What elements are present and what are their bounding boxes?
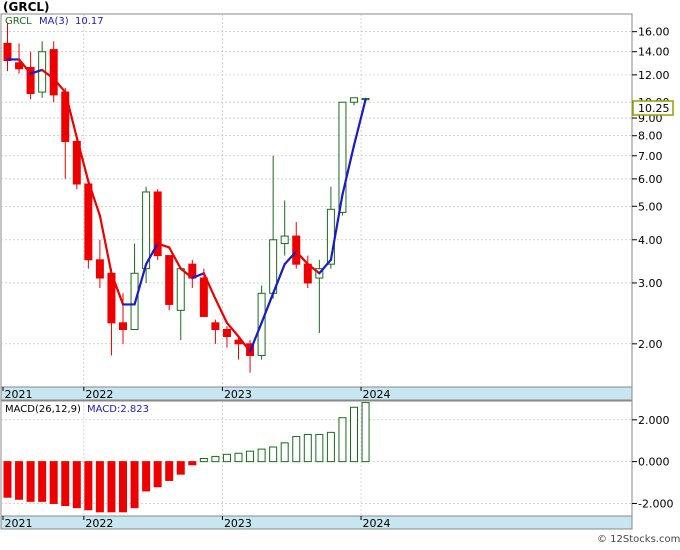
candle-body-up: [280, 235, 289, 245]
macd-x-label: 2024: [363, 517, 391, 530]
macd-bar-positive: [350, 406, 358, 463]
candle-body-up: [142, 191, 151, 270]
price-x-label: 2021: [5, 388, 33, 401]
macd-x-label: 2021: [5, 517, 33, 530]
candle-body-down: [49, 49, 58, 96]
macd-bar-negative: [165, 461, 174, 481]
macd-bar-negative: [119, 461, 127, 513]
macd-bar-positive: [222, 453, 231, 463]
macd-bar-negative: [49, 461, 58, 504]
macd-bar-negative: [95, 461, 104, 513]
macd-bar-positive: [234, 452, 243, 463]
candle-body-up: [350, 97, 358, 103]
macd-bar-positive: [211, 455, 220, 463]
macd-y-tick-label: -2.000: [638, 497, 673, 510]
macd-bar-positive: [303, 433, 312, 463]
macd-bar-positive: [292, 436, 301, 463]
price-x-label: 2023: [224, 388, 252, 401]
macd-bar-negative: [15, 461, 24, 500]
candle-body-down: [292, 235, 301, 265]
price-y-tick-label: 5.00: [638, 200, 663, 213]
candle-body-up: [176, 268, 185, 311]
candle-body-down: [84, 183, 93, 261]
macd-legend-value: MACD:2.823: [87, 404, 149, 415]
macd-bar-positive: [326, 431, 335, 463]
macd-y-tick-label: 2.000: [638, 414, 670, 427]
candle-body-down: [95, 259, 104, 279]
legend-ma-label: MA(3): [39, 16, 69, 27]
macd-bar-positive: [199, 458, 208, 463]
macd-bar-positive: [269, 446, 278, 463]
macd-bar-positive: [361, 402, 370, 463]
macd-bar-negative: [61, 461, 70, 507]
price-x-label: 2022: [85, 388, 113, 401]
candle-body-down: [211, 322, 220, 331]
price-y-tick-label: 2.00: [638, 338, 663, 351]
price-y-tick-label: 7.00: [638, 150, 663, 163]
candle-body-down: [222, 329, 231, 337]
stock-chart-svg: 16.0014.0012.0010.009.008.007.006.005.00…: [0, 0, 680, 545]
macd-bar-negative: [72, 461, 81, 509]
macd-legend-label: MACD(26,12,9): [5, 404, 81, 415]
macd-bar-negative: [38, 461, 47, 502]
macd-bar-negative: [130, 461, 139, 509]
price-y-tick-label: 6.00: [638, 173, 663, 186]
candle-body-down: [3, 42, 12, 62]
price-y-tick-label: 12.00: [638, 69, 670, 82]
candle-body-down: [165, 255, 174, 305]
watermark: © 12Stocks.com: [597, 534, 680, 545]
price-y-tick-label: 8.00: [638, 130, 663, 143]
macd-bar-negative: [3, 461, 12, 498]
candle-body-down: [119, 322, 127, 331]
macd-y-axis: 2.000 0.000 -2.000: [632, 414, 673, 510]
macd-x-label: 2022: [85, 517, 113, 530]
macd-bar-positive: [338, 417, 347, 463]
macd-bar-positive: [315, 433, 324, 463]
price-y-tick-label: 16.00: [638, 26, 670, 39]
legend-ma-value: 10.17: [75, 16, 104, 27]
macd-bar-negative: [142, 461, 151, 492]
chart-root: 16.0014.0012.0010.009.008.007.006.005.00…: [0, 0, 680, 546]
macd-bar-negative: [188, 461, 197, 466]
price-y-tick-label: 4.00: [638, 234, 663, 247]
price-x-label: 2024: [363, 388, 391, 401]
macd-bar-negative: [107, 461, 116, 513]
last-price-label: 10.25: [638, 102, 670, 115]
macd-bar-negative: [84, 461, 93, 511]
price-y-tick-label: 14.00: [638, 46, 670, 59]
macd-bar-negative: [176, 461, 185, 475]
macd-bar-negative: [153, 461, 162, 488]
price-y-axis: 16.0014.0012.0010.009.008.007.006.005.00…: [632, 26, 670, 351]
price-y-tick-label: 3.00: [638, 277, 663, 290]
chart-title: (GRCL): [3, 0, 50, 14]
macd-bar-positive: [246, 450, 255, 463]
macd-bar-negative: [26, 461, 35, 502]
legend-symbol: GRCL: [5, 16, 32, 27]
candle-body-down: [199, 277, 208, 317]
macd-y-tick-label: 0.000: [638, 456, 670, 469]
macd-bar-positive: [280, 442, 289, 463]
macd-bar-positive: [257, 448, 266, 463]
macd-x-label: 2023: [224, 517, 252, 530]
